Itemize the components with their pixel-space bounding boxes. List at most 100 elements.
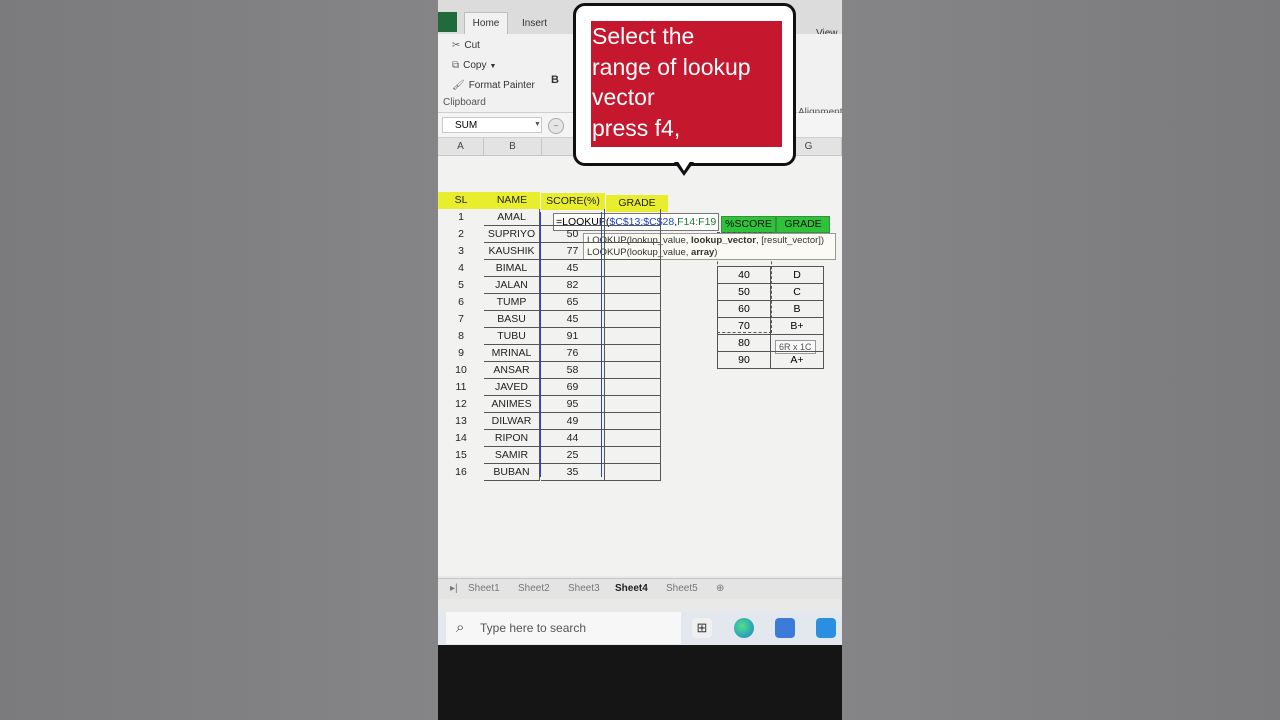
column-header-a[interactable]: A [438, 138, 484, 156]
cell-sl[interactable]: 14 [438, 430, 484, 447]
cell-sl[interactable]: 13 [438, 413, 484, 430]
cell-name[interactable]: TUBU [484, 328, 540, 345]
file-tab[interactable] [438, 12, 457, 32]
scissors-icon: ✂ [452, 40, 461, 51]
cell-name[interactable]: JAVED [484, 379, 540, 396]
cell-name[interactable]: DILWAR [484, 413, 540, 430]
store-icon[interactable] [775, 618, 795, 638]
tab-sheet3[interactable]: Sheet3 [568, 583, 600, 594]
column-header-b[interactable]: B [484, 138, 542, 156]
header-name[interactable]: NAME [484, 192, 540, 209]
cell-sl[interactable]: 2 [438, 226, 484, 243]
cell-grade[interactable] [605, 430, 661, 447]
tooltip-active-arg[interactable]: lookup_vector [691, 235, 756, 246]
chevron-down-icon[interactable]: ▼ [534, 121, 541, 128]
cell-sl[interactable]: 8 [438, 328, 484, 345]
formula-arg-lookup-vector: F14:F19 [677, 216, 717, 228]
name-box[interactable]: SUM [442, 117, 542, 133]
lookup-cell-grade[interactable]: B+ [770, 317, 824, 335]
cell-grade[interactable] [605, 328, 661, 345]
callout-text: Select the range of lookup vector press … [591, 21, 782, 147]
cell-grade[interactable] [605, 226, 661, 243]
cell-grade[interactable] [605, 379, 661, 396]
copy-label: Copy [463, 60, 487, 71]
cell-grade[interactable] [605, 396, 661, 413]
cell-sl[interactable]: 3 [438, 243, 484, 260]
cell-sl[interactable]: 6 [438, 294, 484, 311]
cell-sl[interactable]: 5 [438, 277, 484, 294]
monitor-bezel [438, 645, 842, 720]
cell-grade[interactable] [605, 294, 661, 311]
cell-name[interactable]: JALAN [484, 277, 540, 294]
cell-grade[interactable] [605, 413, 661, 430]
tab-sheet4[interactable]: Sheet4 [615, 583, 648, 594]
cell-name[interactable]: TUMP [484, 294, 540, 311]
tab-sheet1[interactable]: Sheet1 [468, 583, 500, 594]
cell-name[interactable]: BUBAN [484, 464, 540, 481]
cell-name[interactable]: SAMIR [484, 447, 540, 464]
lookup-cell-score[interactable]: 70 [717, 317, 771, 335]
cell-name[interactable]: ANIMES [484, 396, 540, 413]
cell-grade[interactable] [605, 447, 661, 464]
cell-name[interactable]: SUPRIYO [484, 226, 540, 243]
lookup-cell-score[interactable]: 90 [717, 351, 771, 369]
tab-sheet5[interactable]: Sheet5 [666, 583, 698, 594]
cell-sl[interactable]: 4 [438, 260, 484, 277]
cell-grade[interactable] [605, 243, 661, 260]
cell-name[interactable]: BIMAL [484, 260, 540, 277]
task-view-icon[interactable]: ⊞ [692, 618, 712, 638]
lookup-cell-grade[interactable]: B [770, 300, 824, 318]
cell-name[interactable]: ANSAR [484, 362, 540, 379]
lookup-header-grade[interactable]: GRADE [776, 216, 830, 233]
cell-name[interactable]: AMAL [484, 209, 540, 226]
format-painter-button[interactable]: 🖌 Format Painter [452, 80, 535, 91]
cell-name[interactable]: BASU [484, 311, 540, 328]
scroll-tabs-icon[interactable]: ▸| [450, 583, 458, 594]
header-score[interactable]: SCORE(%) [541, 193, 605, 210]
lookup-cell-grade[interactable]: D [770, 266, 824, 284]
taskbar-search-input[interactable]: ⌕ Type here to search [446, 612, 681, 644]
cell-grade[interactable] [605, 464, 661, 481]
cell-grade[interactable] [605, 362, 661, 379]
cell-grade[interactable] [605, 277, 661, 294]
lookup-cell-score[interactable]: 50 [717, 283, 771, 301]
lookup-cell-score[interactable]: 40 [717, 266, 771, 284]
tab-home[interactable]: Home [464, 12, 508, 35]
cell-sl[interactable]: 11 [438, 379, 484, 396]
search-placeholder: Type here to search [480, 621, 587, 635]
cell-grade[interactable] [605, 311, 661, 328]
tab-insert[interactable]: Insert [522, 18, 547, 29]
cell-sl[interactable]: 7 [438, 311, 484, 328]
lookup-cell-grade[interactable]: C [770, 283, 824, 301]
new-sheet-icon[interactable]: ⊕ [716, 583, 724, 594]
cell-sl[interactable]: 16 [438, 464, 484, 481]
callout-pointer-fill [677, 160, 691, 171]
cell-grade[interactable] [605, 260, 661, 277]
clipboard-group-label: Clipboard [443, 97, 486, 108]
cell-name[interactable]: MRINAL [484, 345, 540, 362]
cell-sl[interactable]: 1 [438, 209, 484, 226]
cut-button[interactable]: ✂ Cut [452, 40, 480, 51]
cell-grade[interactable] [605, 209, 661, 226]
lookup-cell-score[interactable]: 80 [717, 334, 771, 352]
bold-button[interactable]: B [551, 74, 559, 86]
cell-name[interactable]: KAUSHIK [484, 243, 540, 260]
cell-sl[interactable]: 15 [438, 447, 484, 464]
lookup-cell-grade[interactable]: A+ [770, 351, 824, 369]
cancel-icon[interactable]: – [548, 118, 564, 134]
cell-grade[interactable] [605, 345, 661, 362]
lookup-cell-grade[interactable] [770, 334, 824, 352]
copy-button[interactable]: ⧉ Copy ▼ [452, 60, 496, 71]
mail-icon[interactable] [816, 618, 836, 638]
lookup-header-score[interactable]: %SCORE [721, 216, 776, 233]
edge-browser-icon[interactable] [734, 618, 754, 638]
cell-sl[interactable]: 12 [438, 396, 484, 413]
cell-sl[interactable]: 10 [438, 362, 484, 379]
tab-sheet2[interactable]: Sheet2 [518, 583, 550, 594]
tooltip-arg[interactable]: array [691, 247, 714, 258]
cell-name[interactable]: RIPON [484, 430, 540, 447]
cell-sl[interactable]: 9 [438, 345, 484, 362]
background-left [0, 0, 438, 720]
lookup-cell-score[interactable]: 60 [717, 300, 771, 318]
header-sl[interactable]: SL [438, 192, 484, 209]
